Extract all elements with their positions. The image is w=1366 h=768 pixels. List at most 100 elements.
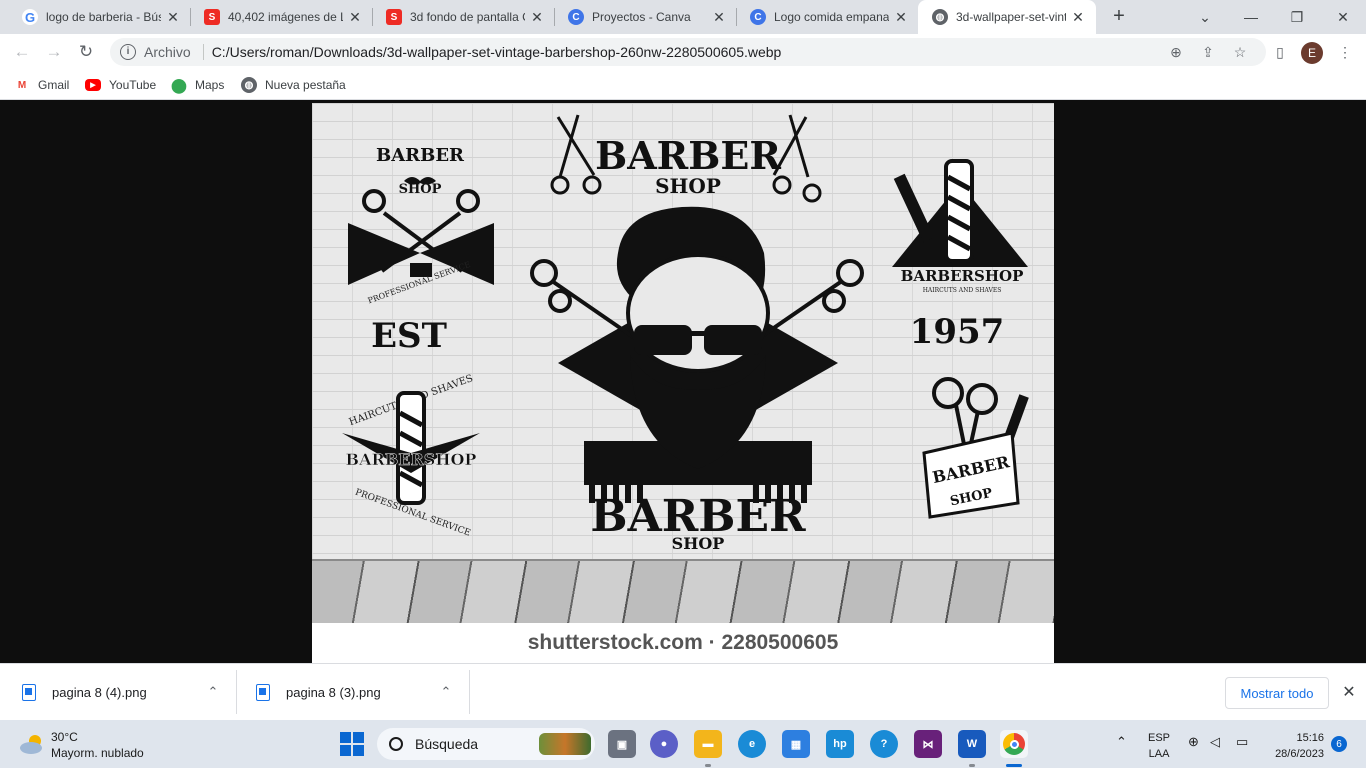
badge-barber-ribbon: BARBER SHOP <box>922 377 1029 519</box>
share-icon[interactable]: ⇪ <box>1196 38 1220 66</box>
zoom-icon[interactable]: ⊕ <box>1164 38 1188 66</box>
chevron-up-icon[interactable]: ⌃ <box>438 684 454 700</box>
volume-icon[interactable]: ◁ <box>1210 734 1220 750</box>
tab-title: 40,402 imágenes de Lo <box>228 10 343 24</box>
windows-taskbar: 30°C Mayorm. nublado Búsqueda ▣ ● ▬ e ▦ … <box>0 720 1366 768</box>
barber-top-text: BARBER <box>595 133 781 178</box>
menu-icon[interactable]: ⋮ <box>1333 40 1357 64</box>
download-item-2[interactable]: pagina 8 (3).png <box>256 664 381 721</box>
help-icon[interactable]: ? <box>870 730 898 758</box>
shop-top-text: SHOP <box>655 174 721 198</box>
partly-cloudy-icon[interactable] <box>18 730 46 758</box>
comb-icon <box>893 173 935 243</box>
bookmark-new-tab[interactable]: ◍ Nueva pestaña <box>241 76 346 94</box>
restore-button[interactable]: ❐ <box>1274 0 1320 34</box>
edge-icon[interactable]: e <box>738 730 766 758</box>
chat-icon[interactable]: ● <box>650 730 678 758</box>
clock-date: 28/6/2023 <box>1275 748 1324 760</box>
file-icon <box>22 684 36 701</box>
bookmark-gmail[interactable]: M Gmail <box>14 76 70 94</box>
tab-google-search[interactable]: G logo de barberia - Bús ✕ <box>8 0 191 34</box>
tab-canva-projects[interactable]: C Proyectos - Canva ✕ <box>554 0 737 34</box>
chrome-icon[interactable] <box>1000 730 1028 758</box>
close-window-button[interactable]: ✕ <box>1320 0 1366 34</box>
bookmark-star-icon[interactable]: ☆ <box>1228 38 1252 66</box>
network-icon[interactable]: ⊕ <box>1188 734 1199 750</box>
close-icon[interactable]: ✕ <box>1070 9 1086 26</box>
maps-icon: ⬤ <box>171 76 187 93</box>
badge-barber-shop-left: BARBER SHOP PROFESSIONAL SERVICE <box>348 145 494 305</box>
barber-small-text: BARBER <box>376 145 465 166</box>
image-viewer: BARBER SHOP PROFESSIONAL SERVICE EST 195… <box>0 101 1366 663</box>
sunglasses-icon <box>634 325 692 355</box>
notification-badge[interactable]: 6 <box>1331 736 1347 752</box>
tab-shutterstock-2[interactable]: S 3d fondo de pantalla C ✕ <box>372 0 555 34</box>
tab-title: Logo comida empana <box>774 10 889 24</box>
download-item-1[interactable]: pagina 8 (4).png <box>22 664 147 721</box>
visual-studio-icon[interactable]: ⋈ <box>914 730 942 758</box>
weather-desc[interactable]: Mayorm. nublado <box>51 746 144 760</box>
bookmark-maps[interactable]: ⬤ Maps <box>171 76 224 94</box>
tab-canva-logo[interactable]: C Logo comida empana ✕ <box>736 0 919 34</box>
address-bar[interactable]: i Archivo C:/Users/roman/Downloads/3d-wa… <box>110 38 1266 66</box>
barbershop-artwork: BARBER SHOP PROFESSIONAL SERVICE EST 195… <box>342 114 1029 553</box>
barbershop-image: BARBER SHOP PROFESSIONAL SERVICE EST 195… <box>312 103 1054 663</box>
globe-icon: ◍ <box>241 77 257 93</box>
google-icon: G <box>22 9 38 25</box>
back-button[interactable]: ← <box>10 40 34 64</box>
tab-search-chevron-icon[interactable]: ⌄ <box>1182 0 1228 34</box>
badge-barber-shop-top: BARBER SHOP <box>550 114 822 203</box>
file-explorer-icon[interactable]: ▬ <box>694 730 722 758</box>
search-icon <box>389 737 403 751</box>
browser-toolbar: ← → ↻ i Archivo C:/Users/roman/Downloads… <box>0 34 1366 70</box>
wood-floor <box>312 561 1054 623</box>
taskbar-search[interactable]: Búsqueda <box>377 728 595 760</box>
download-filename: pagina 8 (3).png <box>286 685 381 700</box>
bookmark-youtube[interactable]: ▶ YouTube <box>85 76 156 94</box>
profile-avatar[interactable]: E <box>1301 42 1323 64</box>
language-indicator[interactable]: ESP LAA <box>1148 730 1170 762</box>
close-icon[interactable]: ✕ <box>347 9 363 26</box>
shutterstock-icon: S <box>204 9 220 25</box>
bookmark-label: Nueva pestaña <box>265 78 346 92</box>
clock[interactable]: 15:16 28/6/2023 <box>1262 730 1324 762</box>
tab-active-image[interactable]: ◍ 3d-wallpaper-set-vinta ✕ <box>918 0 1096 34</box>
shop-main-text: SHOP <box>672 534 725 553</box>
url-text[interactable]: C:/Users/roman/Downloads/3d-wallpaper-se… <box>212 44 782 60</box>
shutterstock-icon: S <box>386 9 402 25</box>
battery-icon[interactable]: ▭ <box>1236 734 1248 750</box>
side-panel-icon[interactable]: ▯ <box>1268 40 1292 64</box>
new-tab-button[interactable]: + <box>1108 6 1130 28</box>
show-hidden-icons-chevron-icon[interactable]: ⌃ <box>1116 734 1127 750</box>
show-all-button[interactable]: Mostrar todo <box>1225 677 1329 709</box>
chevron-up-icon[interactable]: ⌃ <box>205 684 221 700</box>
close-icon[interactable]: ✕ <box>529 9 545 26</box>
search-highlight-image <box>539 733 591 755</box>
watermark-caption: shutterstock.com · 2280500605 <box>312 623 1054 663</box>
close-icon[interactable]: ✕ <box>893 9 909 26</box>
minimize-button[interactable]: — <box>1228 0 1274 34</box>
tab-shutterstock-1[interactable]: S 40,402 imágenes de Lo ✕ <box>190 0 373 34</box>
bookmark-label: Gmail <box>38 78 70 92</box>
tab-title: Proyectos - Canva <box>592 10 691 24</box>
search-placeholder: Búsqueda <box>415 736 479 752</box>
store-icon[interactable]: ▦ <box>782 730 810 758</box>
close-icon[interactable]: ✕ <box>711 9 727 26</box>
reload-button[interactable]: ↻ <box>74 40 98 64</box>
lang-line1: ESP <box>1148 732 1171 744</box>
task-view-icon[interactable]: ▣ <box>608 730 636 758</box>
forward-button[interactable]: → <box>42 40 66 64</box>
info-icon[interactable]: i <box>120 44 136 60</box>
start-button[interactable] <box>340 732 364 756</box>
est-text: EST <box>371 316 447 356</box>
year-text: 1957 <box>910 312 1005 352</box>
download-bar: pagina 8 (4).png ⌃ pagina 8 (3).png ⌃ Mo… <box>0 663 1366 720</box>
weather-temp[interactable]: 30°C <box>51 730 78 744</box>
word-icon[interactable]: W <box>958 730 986 758</box>
close-icon[interactable]: ✕ <box>165 9 181 26</box>
badge-barbershop-left: HAIRCUTS AND SHAVES BARBERSHOP PROFESSIO… <box>342 373 480 539</box>
hp-icon[interactable]: hp <box>826 730 854 758</box>
tab-strip: G logo de barberia - Bús ✕ S 40,402 imág… <box>0 0 1366 34</box>
close-icon[interactable]: ✕ <box>1339 682 1359 702</box>
lang-line2: LAA <box>1148 748 1170 760</box>
